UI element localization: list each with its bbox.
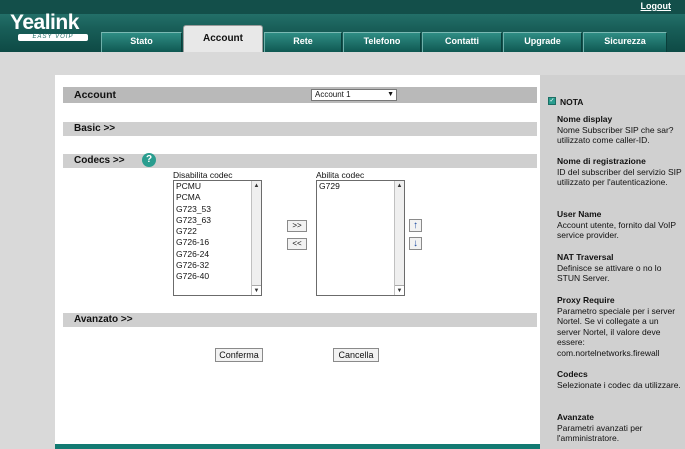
header: Yealink EASY VOIP Logout Stato Account R… xyxy=(0,0,685,52)
note-icon: ✓ xyxy=(548,97,556,105)
basic-section-title: Basic >> xyxy=(74,123,116,134)
note-text: Account utente, fornito dal VoIP service… xyxy=(557,219,676,241)
advanced-section-title: Avanzato >> xyxy=(74,314,133,325)
tab-stato[interactable]: Stato xyxy=(101,32,182,52)
basic-section-toggle[interactable]: Basic >> xyxy=(63,122,537,136)
codecs-section-toggle[interactable]: Codecs >> xyxy=(63,154,537,168)
list-item[interactable]: PCMA xyxy=(174,192,261,203)
note-title: NOTA xyxy=(560,97,584,107)
disabled-codecs-list[interactable]: PCMU PCMA G723_53 G723_63 G722 G726-16 G… xyxy=(173,180,262,296)
note-heading: NAT Traversal xyxy=(557,252,614,262)
note-entry: Codecs Selezionate i codec da utilizzare… xyxy=(557,369,682,390)
move-up-button[interactable]: ↑ xyxy=(409,219,422,232)
list-item[interactable]: G726-40 xyxy=(174,271,261,282)
list-item[interactable]: G722 xyxy=(174,226,261,237)
scroll-up-icon[interactable]: ▲ xyxy=(252,181,261,191)
logo-tagline: EASY VOIP xyxy=(18,34,88,41)
logout-link[interactable]: Logout xyxy=(641,1,672,11)
enabled-codecs-list[interactable]: G729 ▲ ▼ xyxy=(316,180,405,296)
scroll-down-icon[interactable]: ▼ xyxy=(395,285,404,295)
note-heading: Nome di registrazione xyxy=(557,156,646,166)
move-down-button[interactable]: ↓ xyxy=(409,237,422,250)
note-heading: Nome display xyxy=(557,114,613,124)
yealink-logo: Yealink xyxy=(10,11,79,34)
note-heading: Avanzate xyxy=(557,412,595,422)
sub-header-band xyxy=(0,52,685,75)
list-item[interactable]: G723_53 xyxy=(174,204,261,215)
tab-telefono[interactable]: Telefono xyxy=(343,32,421,52)
advanced-section-toggle[interactable]: Avanzato >> xyxy=(63,313,537,327)
scrollbar[interactable]: ▲ ▼ xyxy=(251,181,261,295)
note-text: Nome Subscriber SIP che sar? utilizzato … xyxy=(557,124,674,146)
note-heading: User Name xyxy=(557,209,602,219)
note-text: ID del subscriber del servizio SIP utili… xyxy=(557,166,682,188)
list-item[interactable]: G723_63 xyxy=(174,215,261,226)
note-heading: Proxy Require xyxy=(557,295,615,305)
disable-codec-button[interactable]: << xyxy=(287,238,307,250)
confirm-button[interactable]: Conferma xyxy=(215,348,263,362)
help-icon[interactable]: ? xyxy=(142,153,156,167)
note-entry: NAT Traversal Definisce se attivare o no… xyxy=(557,252,682,284)
scrollbar[interactable]: ▲ ▼ xyxy=(394,181,404,295)
tab-rete[interactable]: Rete xyxy=(264,32,342,52)
header-top-strip xyxy=(0,0,685,14)
note-text: Definisce se attivare o no lo STUN Serve… xyxy=(557,262,662,284)
list-item[interactable]: G726-16 xyxy=(174,237,261,248)
note-text: Parametri avanzati per l'amministratore. xyxy=(557,422,643,444)
cancel-button[interactable]: Cancella xyxy=(333,348,379,362)
account-select[interactable]: Account 1 ▼ xyxy=(311,89,397,101)
tab-contatti[interactable]: Contatti xyxy=(422,32,502,52)
list-item[interactable]: G729 xyxy=(317,181,404,192)
tab-upgrade[interactable]: Upgrade xyxy=(503,32,582,52)
enable-codec-button[interactable]: >> xyxy=(287,220,307,232)
chevron-down-icon: ▼ xyxy=(387,91,394,98)
note-heading: Codecs xyxy=(557,369,588,379)
account-section-title: Account xyxy=(74,89,116,101)
list-item[interactable]: G726-24 xyxy=(174,249,261,260)
note-entry: User Name Account utente, fornito dal Vo… xyxy=(557,209,682,241)
scroll-up-icon[interactable]: ▲ xyxy=(395,181,404,191)
account-select-value: Account 1 xyxy=(315,90,351,99)
note-entry: Proxy Require Parametro speciale per i s… xyxy=(557,295,682,358)
disabled-codecs-label: Disabilita codec xyxy=(173,170,233,180)
note-entry: Nome di registrazione ID del subscriber … xyxy=(557,156,682,188)
list-item[interactable]: PCMU xyxy=(174,181,261,192)
tab-sicurezza[interactable]: Sicurezza xyxy=(583,32,667,52)
note-entry: Nome display Nome Subscriber SIP che sar… xyxy=(557,114,682,146)
note-text: Selezionate i codec da utilizzare. xyxy=(557,379,681,390)
scroll-down-icon[interactable]: ▼ xyxy=(252,285,261,295)
tab-account[interactable]: Account xyxy=(183,25,263,52)
note-entry: Avanzate Parametri avanzati per l'ammini… xyxy=(557,412,682,444)
codecs-section-title: Codecs >> xyxy=(74,155,125,166)
note-text: Parametro speciale per i server Nortel. … xyxy=(557,305,676,358)
enabled-codecs-label: Abilita codec xyxy=(316,170,365,180)
list-item[interactable]: G726-32 xyxy=(174,260,261,271)
footer-bar xyxy=(55,444,540,449)
account-section-header: Account xyxy=(63,87,537,103)
